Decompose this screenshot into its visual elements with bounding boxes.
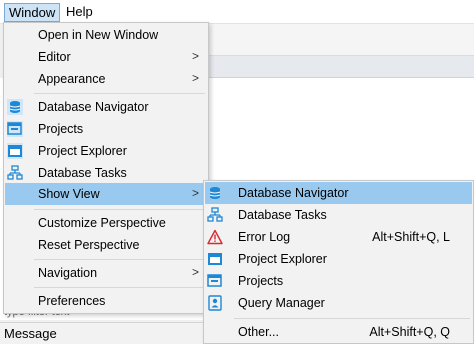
- menu-item-label: Project Explorer: [38, 144, 127, 158]
- menu-item-open-in-new-window[interactable]: Open in New Window: [5, 24, 207, 46]
- window-menu: Open in New Window Editor > Appearance >…: [3, 22, 209, 314]
- chevron-right-icon: >: [191, 186, 199, 200]
- menu-item-show-view[interactable]: Show View >: [5, 183, 207, 205]
- project-explorer-icon: [207, 251, 223, 267]
- menu-item-customize-perspective[interactable]: Customize Perspective: [5, 212, 207, 234]
- menu-item-label: Show View: [38, 187, 100, 201]
- projects-icon: [7, 121, 23, 137]
- warning-triangle-icon: [207, 229, 223, 245]
- project-explorer-icon: [7, 143, 23, 159]
- submenu-item-projects[interactable]: Projects: [205, 270, 472, 292]
- menu-bar: Window Help: [0, 0, 474, 24]
- background-tab-strip: [208, 56, 474, 78]
- menu-item-preferences[interactable]: Preferences: [5, 290, 207, 312]
- menu-item-label: Database Navigator: [38, 100, 149, 114]
- database-navigator-icon: [207, 185, 223, 201]
- menu-item-label: Error Log: [238, 230, 291, 244]
- menu-separator: [34, 93, 205, 94]
- menu-item-label: Customize Perspective: [38, 216, 166, 230]
- menu-item-label: Navigation: [38, 266, 98, 280]
- submenu-item-query-manager[interactable]: Query Manager: [205, 292, 472, 314]
- chevron-right-icon: >: [191, 265, 199, 279]
- background-toolbar: [208, 24, 474, 56]
- database-tasks-icon: [207, 207, 223, 223]
- menu-item-label: Open in New Window: [38, 28, 159, 42]
- menu-help[interactable]: Help: [62, 3, 97, 22]
- menu-item-appearance[interactable]: Appearance >: [5, 68, 207, 90]
- menu-item-label: Reset Perspective: [38, 238, 140, 252]
- menu-separator: [34, 209, 205, 210]
- menu-separator: [234, 318, 470, 319]
- menu-item-database-navigator[interactable]: Database Navigator: [5, 96, 207, 118]
- query-manager-icon: [207, 295, 223, 311]
- menu-item-label: Preferences: [38, 294, 106, 308]
- menu-item-project-explorer[interactable]: Project Explorer: [5, 140, 207, 162]
- chevron-right-icon: >: [191, 49, 199, 63]
- submenu-item-project-explorer[interactable]: Project Explorer: [205, 248, 472, 270]
- shortcut-label: Alt+Shift+Q, L: [372, 230, 450, 244]
- menu-item-navigation[interactable]: Navigation >: [5, 262, 207, 284]
- menu-item-label: Editor: [38, 50, 71, 64]
- menu-separator: [34, 259, 205, 260]
- menu-window[interactable]: Window: [4, 3, 61, 22]
- database-navigator-icon: [7, 99, 23, 115]
- menu-separator: [34, 287, 205, 288]
- menu-item-label: Projects: [38, 122, 84, 136]
- menu-item-label: Database Tasks: [238, 208, 327, 222]
- menu-item-label: Other...: [238, 325, 279, 339]
- show-view-submenu: Database Navigator Database Tasks Error …: [203, 180, 474, 344]
- menu-item-reset-perspective[interactable]: Reset Perspective: [5, 234, 207, 256]
- submenu-item-other[interactable]: Other... Alt+Shift+Q, Q: [205, 321, 472, 343]
- submenu-item-error-log[interactable]: Error Log Alt+Shift+Q, L: [205, 226, 472, 248]
- tab-message[interactable]: Message: [4, 326, 57, 341]
- menu-item-label: Projects: [238, 274, 284, 288]
- menu-item-label: Query Manager: [238, 296, 325, 310]
- menu-item-projects[interactable]: Projects: [5, 118, 207, 140]
- menu-item-database-tasks[interactable]: Database Tasks: [5, 162, 207, 184]
- submenu-item-database-tasks[interactable]: Database Tasks: [205, 204, 472, 226]
- menu-item-label: Database Tasks: [38, 166, 127, 180]
- menu-item-label: Project Explorer: [238, 252, 327, 266]
- chevron-right-icon: >: [191, 71, 199, 85]
- submenu-item-database-navigator[interactable]: Database Navigator: [205, 182, 472, 204]
- menu-item-editor[interactable]: Editor >: [5, 46, 207, 68]
- database-tasks-icon: [7, 165, 23, 181]
- shortcut-label: Alt+Shift+Q, Q: [369, 325, 450, 339]
- menu-item-label: Appearance: [38, 72, 106, 86]
- projects-icon: [207, 273, 223, 289]
- menu-item-label: Database Navigator: [238, 186, 349, 200]
